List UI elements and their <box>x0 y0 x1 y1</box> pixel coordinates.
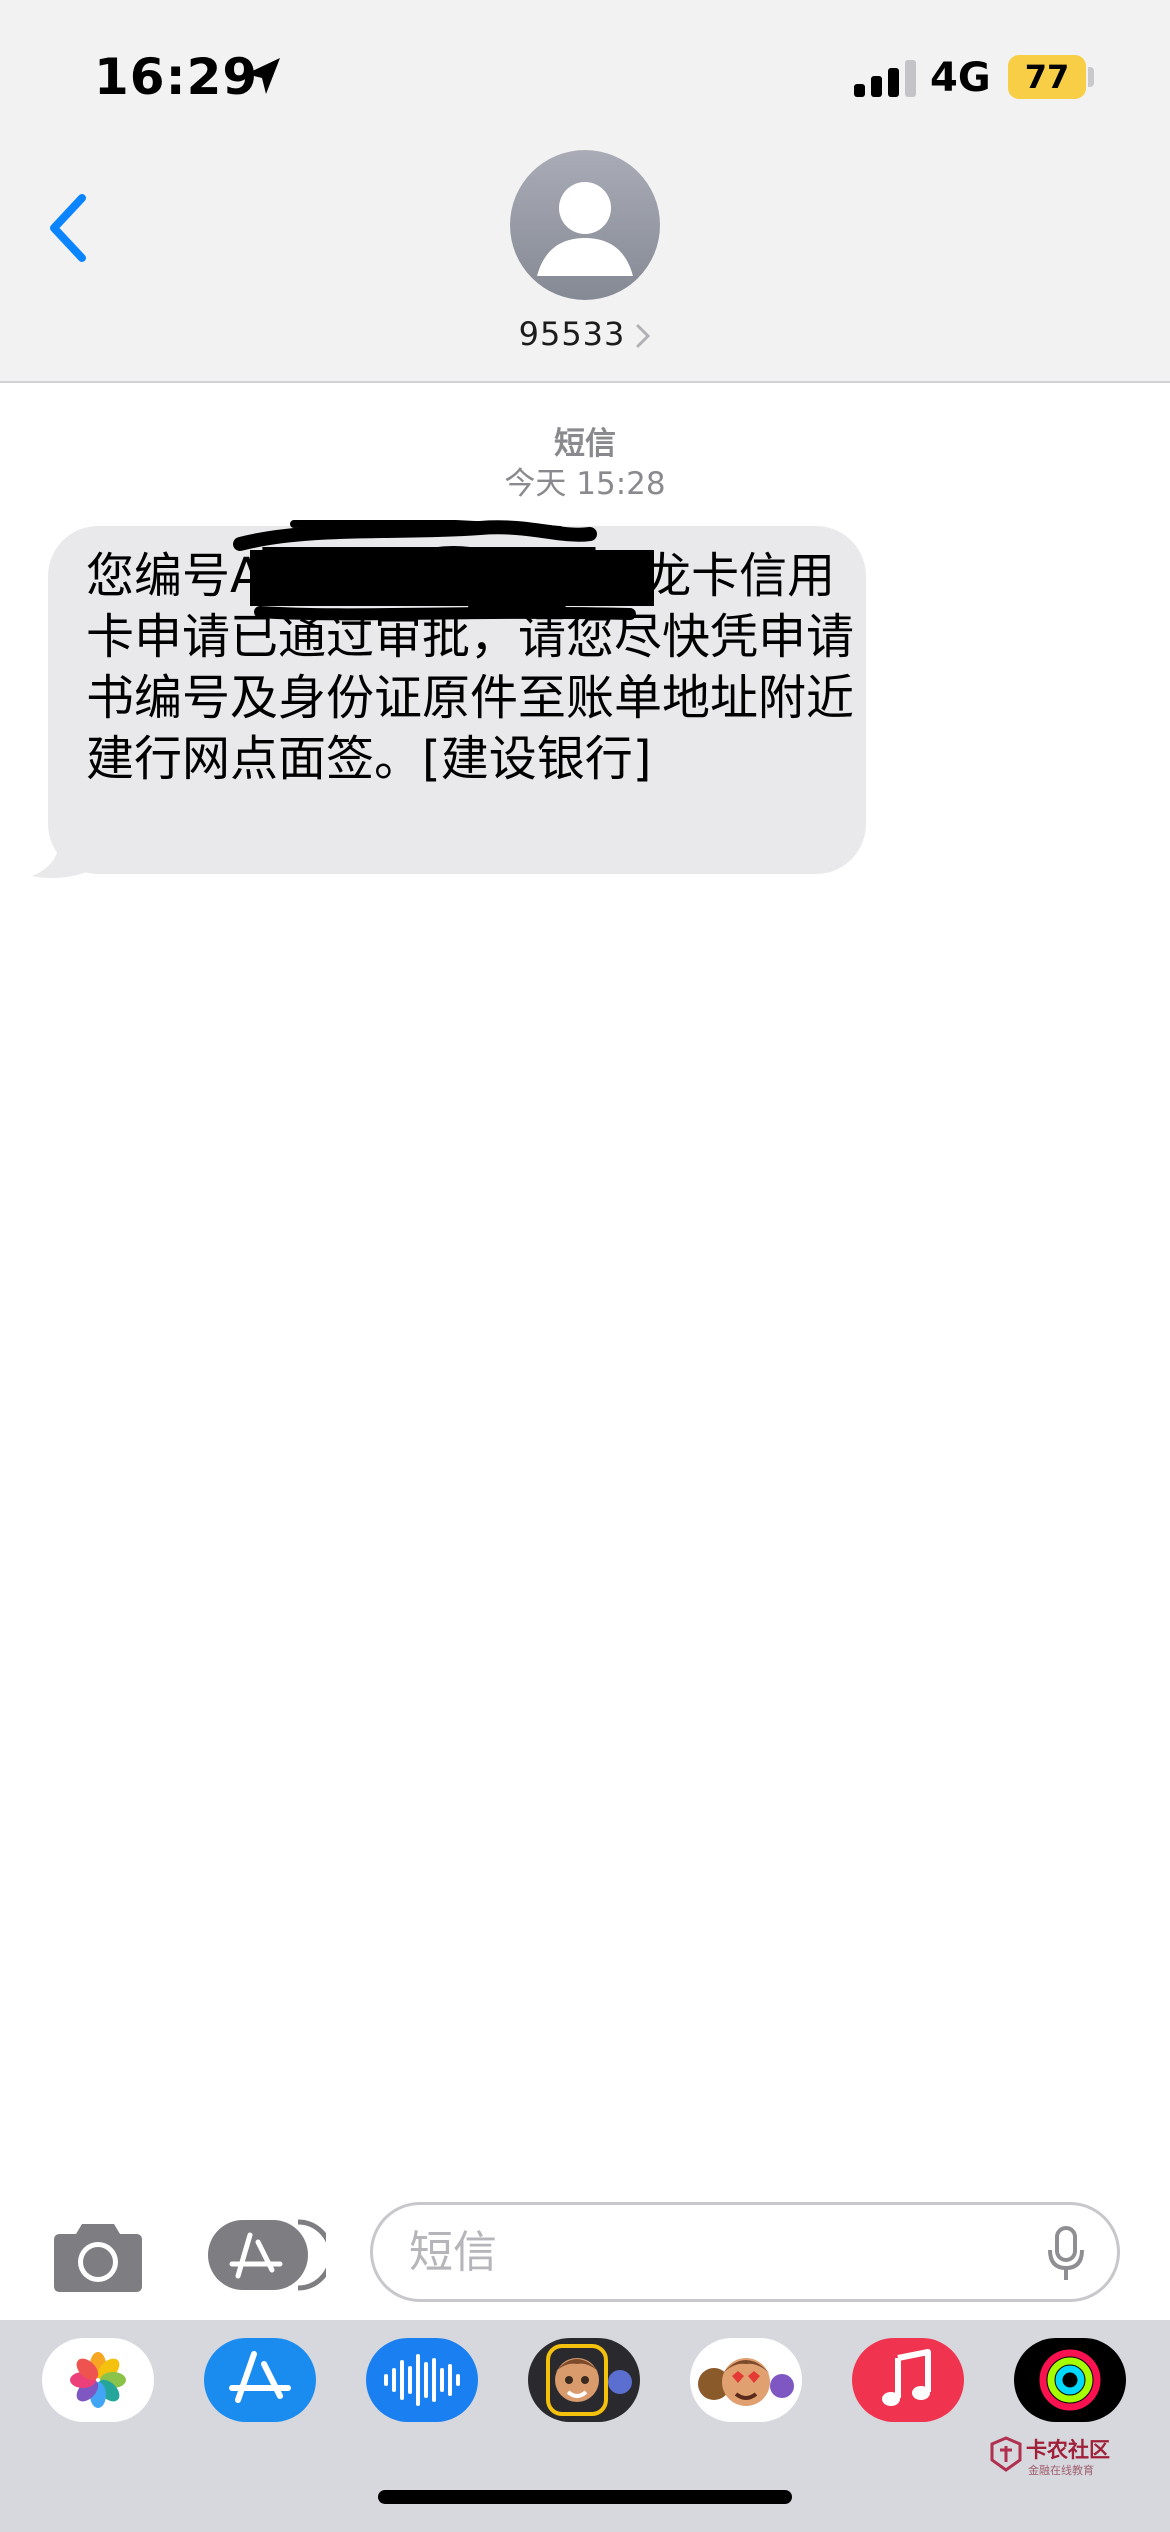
watermark-title: 卡农社区 <box>1026 2438 1110 2462</box>
watermark-logo-icon <box>990 2436 1022 2472</box>
battery-level: 77 <box>1024 58 1070 96</box>
chevron-right-icon <box>636 324 651 348</box>
photos-app-icon[interactable] <box>42 2338 154 2422</box>
service-label: 短信 <box>554 426 616 462</box>
network-type-label: 4G <box>930 55 991 101</box>
timestamp-day: 今天 <box>504 466 567 502</box>
person-silhouette-icon <box>537 182 633 276</box>
contact-details-link[interactable]: 95533 <box>0 312 1170 356</box>
camera-button[interactable] <box>52 2218 144 2294</box>
watermark-subtitle: 金融在线教育 <box>1028 2464 1094 2477</box>
voice-memo-icon[interactable] <box>366 2338 478 2422</box>
message-timestamp: 今天 15:28 <box>0 458 1170 503</box>
battery-icon: 77 <box>1008 55 1086 99</box>
battery-tip <box>1088 67 1094 87</box>
status-time: 16:29 <box>94 48 259 106</box>
animoji-sticker-icon[interactable] <box>690 2338 802 2422</box>
memoji-sticker-icon[interactable] <box>528 2338 640 2422</box>
contact-avatar[interactable] <box>510 150 660 300</box>
microphone-icon[interactable] <box>1046 2226 1086 2282</box>
home-indicator[interactable] <box>378 2490 792 2504</box>
cellular-signal-icon <box>854 60 916 97</box>
message-input[interactable] <box>370 2202 1120 2302</box>
music-app-icon[interactable] <box>852 2338 964 2422</box>
contact-number: 95533 <box>518 315 626 353</box>
redaction-scribble <box>233 520 654 621</box>
timestamp-time: 15:28 <box>576 466 666 502</box>
app-store-icon[interactable] <box>204 2338 316 2422</box>
apps-drawer-button[interactable] <box>206 2218 326 2292</box>
back-button[interactable] <box>40 188 100 268</box>
location-arrow-icon <box>246 58 280 94</box>
activity-app-icon[interactable] <box>1014 2338 1126 2422</box>
